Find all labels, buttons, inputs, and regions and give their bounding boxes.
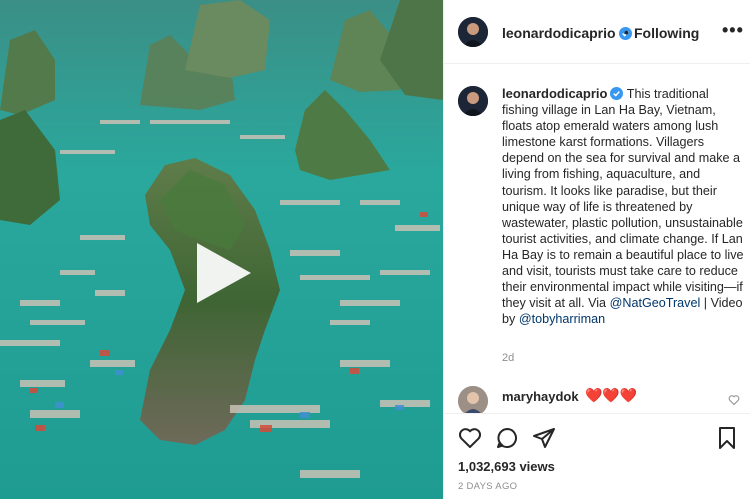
comment-icon[interactable] <box>495 426 519 450</box>
play-icon[interactable] <box>191 241 255 305</box>
commenter-avatar[interactable] <box>458 386 488 416</box>
comment-text: ❤️❤️❤️ <box>585 387 638 403</box>
heart-icon[interactable] <box>458 426 482 450</box>
author-username[interactable]: leonardodicaprio <box>502 25 632 41</box>
caption-avatar[interactable] <box>458 86 488 116</box>
comment-row: maryhaydok ❤️❤️❤️ <box>458 386 744 416</box>
post-panel: leonardodicaprio • Following ••• leonard… <box>443 0 750 499</box>
comment-like-icon[interactable] <box>728 394 740 406</box>
action-bar: 1,032,693 views 2 DAYS AGO <box>444 413 750 499</box>
post-date[interactable]: 2 DAYS AGO <box>458 481 517 492</box>
following-button[interactable]: Following <box>634 25 699 41</box>
view-count[interactable]: 1,032,693 views <box>458 459 555 474</box>
author-username-text[interactable]: leonardodicaprio <box>502 25 616 41</box>
caption-text: leonardodicaprio This traditional fishin… <box>502 86 744 327</box>
post-header: leonardodicaprio • Following ••• <box>444 0 750 64</box>
commenter-username[interactable]: maryhaydok <box>502 389 579 404</box>
caption-username[interactable]: leonardodicaprio <box>502 86 607 101</box>
caption-timestamp[interactable]: 2d <box>502 352 514 364</box>
mention-tobyharriman-link[interactable]: @tobyharriman <box>519 312 605 326</box>
share-icon[interactable] <box>532 426 556 450</box>
bookmark-icon[interactable] <box>715 426 739 450</box>
mention-natgeotravel-link[interactable]: @NatGeoTravel <box>610 296 701 310</box>
caption-body: This traditional fishing village in Lan … <box>502 87 744 311</box>
verified-badge-icon <box>610 87 624 100</box>
avatar[interactable] <box>458 17 488 47</box>
separator: • <box>624 24 629 40</box>
post-video[interactable] <box>0 0 443 499</box>
more-options-button[interactable]: ••• <box>722 20 744 41</box>
